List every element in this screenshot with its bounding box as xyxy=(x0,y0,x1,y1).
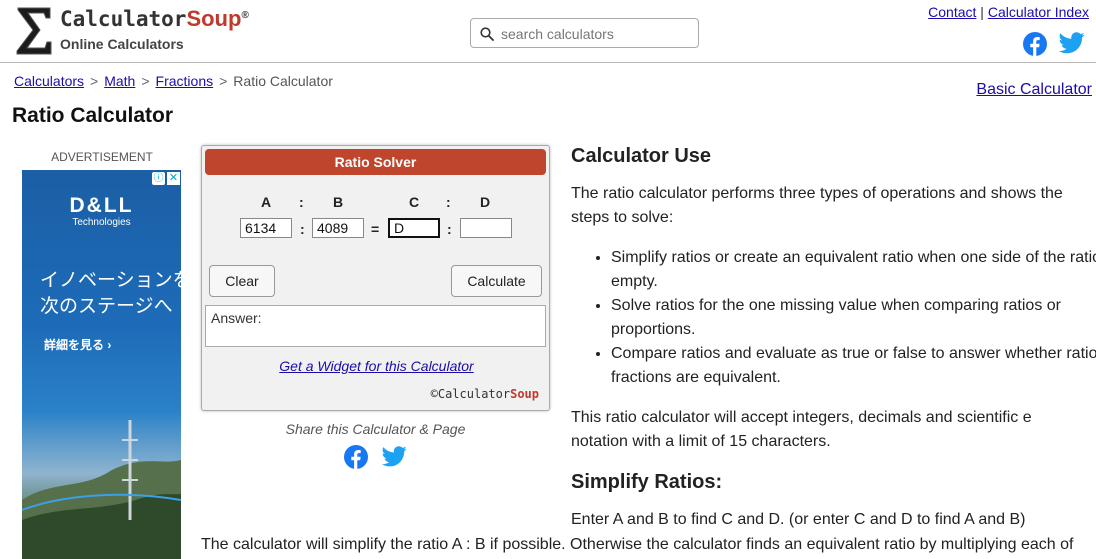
input-a[interactable] xyxy=(240,218,292,238)
simplify-explanation-text: The calculator will simplify the ratio A… xyxy=(201,536,1074,553)
op-colon: : xyxy=(447,221,452,237)
breadcrumb-separator: > xyxy=(219,73,228,89)
facebook-icon[interactable] xyxy=(1023,32,1047,56)
simplify-paragraph: Enter A and B to find C and D. (or enter… xyxy=(571,511,1026,528)
search-input[interactable] xyxy=(499,22,693,46)
ad-brand-logo: D&LL xyxy=(69,194,134,217)
copyright-brand-main: Calculator xyxy=(437,387,511,401)
operations-list: Simplify ratios or create an equivalent … xyxy=(571,246,1096,390)
input-c[interactable] xyxy=(388,218,440,238)
logo-subtitle: Online Calculators xyxy=(60,36,184,52)
op-equals: = xyxy=(371,221,380,237)
twitter-icon[interactable] xyxy=(1059,32,1085,54)
sigma-logo-icon[interactable] xyxy=(14,4,54,56)
calculator-copyright: ©CalculatorSoup xyxy=(431,387,539,401)
registered-mark: ® xyxy=(241,10,249,21)
breadcrumb: Calculators > Math > Fractions > Ratio Calcula… xyxy=(14,73,333,89)
copyright-symbol: © xyxy=(430,387,438,401)
ad-brand-subtitle: Technologies xyxy=(72,217,131,228)
intro-paragraph: The ratio calculator performs three type… xyxy=(571,185,1063,226)
breadcrumb-separator: > xyxy=(90,73,99,89)
get-widget-link[interactable]: Get a Widget for this Calculator xyxy=(279,358,473,374)
list-item: Simplify ratios or create an equivalent … xyxy=(611,246,1096,294)
contact-link[interactable]: Contact xyxy=(928,4,976,20)
limits-paragraph: This ratio calculator will accept intege… xyxy=(571,409,1032,450)
input-b[interactable] xyxy=(312,218,364,238)
label-colon: : xyxy=(446,194,451,210)
search-icon xyxy=(480,27,494,41)
logo-brand-main: Calculator xyxy=(60,7,187,31)
op-colon: : xyxy=(300,221,305,237)
page-title: Ratio Calculator xyxy=(12,104,174,127)
site-header: CalculatorSoup® Online Calculators Conta… xyxy=(0,0,1096,63)
twitter-share-icon[interactable] xyxy=(382,446,407,467)
list-item: Compare ratios and evaluate as true or f… xyxy=(611,342,1096,390)
ratio-solver-calculator: Ratio Solver A : B = C : D : = : Clear C… xyxy=(201,145,550,411)
calculate-button[interactable]: Calculate xyxy=(451,265,542,297)
calculator-index-link[interactable]: Calculator Index xyxy=(988,4,1089,20)
simplify-ratios-heading: Simplify Ratios: xyxy=(571,471,723,493)
label-c: C xyxy=(409,194,420,210)
clear-button[interactable]: Clear xyxy=(209,265,275,297)
basic-calculator-link[interactable]: Basic Calculator xyxy=(976,81,1092,99)
widget-link-wrapper: Get a Widget for this Calculator xyxy=(202,358,551,374)
label-b: B xyxy=(333,194,344,210)
ad-cta-link[interactable]: 詳細を見る › xyxy=(44,336,111,353)
facebook-share-icon[interactable] xyxy=(344,445,368,469)
site-logo-text[interactable]: CalculatorSoup® xyxy=(60,6,249,32)
link-separator: | xyxy=(980,4,984,20)
calculator-title: Ratio Solver xyxy=(205,149,546,175)
answer-label: Answer: xyxy=(211,310,262,326)
breadcrumb-calculators[interactable]: Calculators xyxy=(14,73,84,89)
search-box[interactable] xyxy=(470,18,699,48)
breadcrumb-math[interactable]: Math xyxy=(104,73,135,89)
label-d: D xyxy=(480,194,491,210)
breadcrumb-separator: > xyxy=(141,73,150,89)
top-links: Contact | Calculator Index xyxy=(928,4,1089,20)
advertisement-banner[interactable]: ⓘ ✕ D&LL Technologies イノベーションを 次のステージへ 詳… xyxy=(22,170,181,559)
list-item: Solve ratios for the one missing value w… xyxy=(611,294,1096,342)
answer-box: Answer: xyxy=(205,305,546,347)
label-a: A xyxy=(261,194,272,210)
calculator-use-heading: Calculator Use xyxy=(571,145,712,167)
share-label: Share this Calculator & Page xyxy=(285,421,466,437)
ad-headline: イノベーションを 次のステージへ xyxy=(40,270,181,317)
ad-landscape-image xyxy=(22,420,181,559)
ad-info-icon[interactable]: ⓘ xyxy=(152,172,165,185)
label-colon: : xyxy=(299,194,304,210)
advertisement-label: ADVERTISEMENT xyxy=(51,150,153,164)
ad-close-icon[interactable]: ✕ xyxy=(167,172,180,185)
copyright-brand-accent: Soup xyxy=(510,387,539,401)
logo-brand-accent: Soup xyxy=(186,6,242,31)
input-d[interactable] xyxy=(460,218,512,238)
breadcrumb-current: Ratio Calculator xyxy=(233,73,333,89)
breadcrumb-fractions[interactable]: Fractions xyxy=(156,73,214,89)
